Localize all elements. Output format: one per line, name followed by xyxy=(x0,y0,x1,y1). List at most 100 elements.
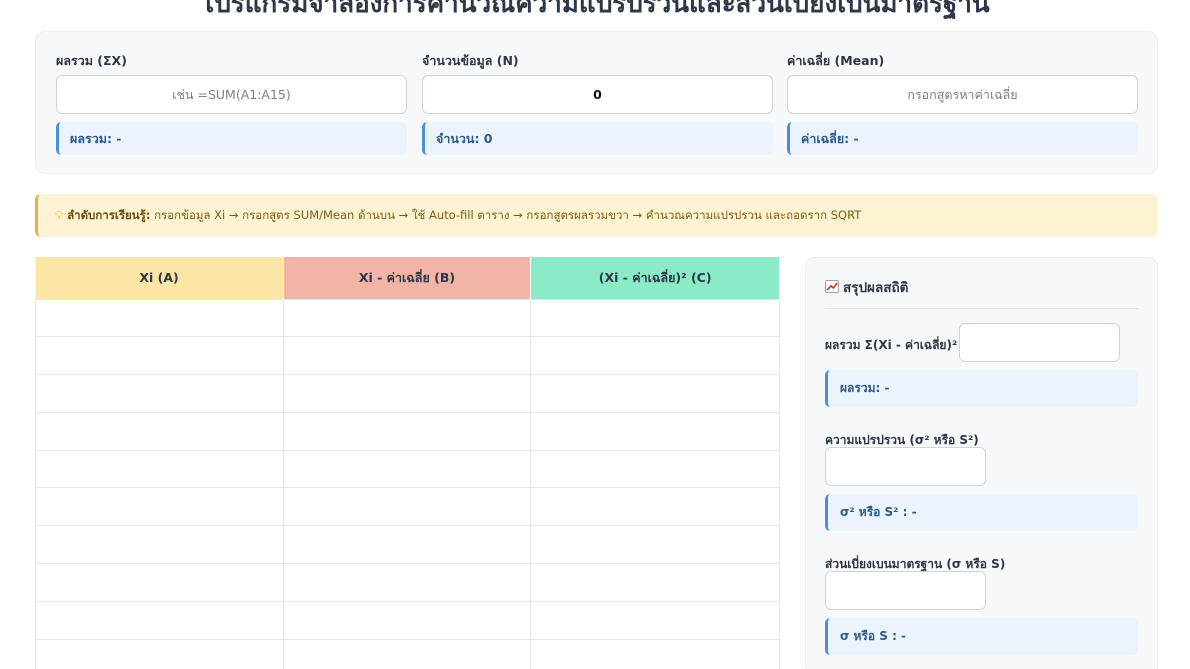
variance-result: σ² หรือ S² : - xyxy=(825,494,1138,531)
deviation-cell xyxy=(282,600,532,640)
stats-title: สรุปผลสถิติ xyxy=(825,277,1139,309)
deviation-cell-input[interactable] xyxy=(283,375,531,412)
xi-cell-input[interactable] xyxy=(36,337,283,375)
squared-deviation-cell xyxy=(530,411,780,451)
squared-deviation-cell xyxy=(530,298,780,338)
stats-summary-panel: สรุปผลสถิติ ผลรวม Σ(Xi - ค่าเฉลี่ย)² ผลร… xyxy=(805,257,1158,669)
sum-squares-input[interactable] xyxy=(959,323,1120,362)
table-row xyxy=(35,449,780,489)
mean-result: ค่าเฉลี่ย: - xyxy=(787,122,1138,155)
table-row xyxy=(35,374,780,413)
xi-cell xyxy=(35,374,284,413)
xi-cell-input[interactable] xyxy=(36,564,283,601)
squared-deviation-cell-input[interactable] xyxy=(531,564,779,601)
table-header-row: Xi (A) Xi - ค่าเฉลี่ย (B) (Xi - ค่าเฉลี่… xyxy=(35,257,780,299)
deviation-cell-input[interactable] xyxy=(283,639,531,669)
stats-title-text: สรุปผลสถิติ xyxy=(843,280,909,296)
deviation-cell-input[interactable] xyxy=(283,412,531,450)
squared-deviation-cell-input[interactable] xyxy=(531,450,779,488)
lightbulb-icon: 💡︎ xyxy=(55,208,64,222)
xi-cell-input[interactable] xyxy=(36,450,283,488)
table-row xyxy=(35,638,780,669)
variance-input[interactable] xyxy=(825,447,986,486)
table-row xyxy=(35,336,780,376)
squared-deviation-cell xyxy=(530,487,780,527)
learning-order-hint: 💡︎ ลำดับการเรียนรู้: กรอกข้อมูล Xi → กรอก… xyxy=(35,194,1158,237)
xi-cell xyxy=(35,449,284,489)
table-row xyxy=(35,563,780,602)
xi-cell-input[interactable] xyxy=(36,375,283,412)
mean-field-group: ค่าเฉลี่ย (Mean) ค่าเฉลี่ย: - xyxy=(787,52,1138,155)
deviation-cell-input[interactable] xyxy=(283,488,531,526)
xi-cell xyxy=(35,487,284,527)
table-body xyxy=(35,298,780,669)
header-xi: Xi (A) xyxy=(35,257,284,299)
deviation-cell-input[interactable] xyxy=(283,601,531,639)
chart-increasing-icon xyxy=(825,280,839,293)
deviation-cell-input[interactable] xyxy=(283,450,531,488)
deviation-cell xyxy=(282,298,532,338)
squared-deviation-cell-input[interactable] xyxy=(531,299,779,337)
data-table: Xi (A) Xi - ค่าเฉลี่ย (B) (Xi - ค่าเฉลี่… xyxy=(35,257,780,669)
squared-deviation-cell xyxy=(530,449,780,489)
deviation-cell xyxy=(282,487,532,527)
squared-deviation-cell xyxy=(530,374,780,413)
stddev-result: σ หรือ S : - xyxy=(825,618,1138,655)
squared-deviation-cell-input[interactable] xyxy=(531,601,779,639)
xi-cell-input[interactable] xyxy=(36,412,283,450)
sum-field-group: ผลรวม (ΣX) ผลรวม: - xyxy=(56,52,407,155)
xi-cell-input[interactable] xyxy=(36,488,283,526)
table-row xyxy=(35,487,780,527)
deviation-cell-input[interactable] xyxy=(283,337,531,375)
header-deviation: Xi - ค่าเฉลี่ย (B) xyxy=(283,257,532,299)
sum-input[interactable] xyxy=(56,75,407,114)
xi-cell xyxy=(35,298,284,338)
table-row xyxy=(35,411,780,451)
count-input[interactable] xyxy=(422,75,773,114)
mean-input[interactable] xyxy=(787,75,1138,114)
hint-text: กรอกข้อมูล Xi → กรอกสูตร SUM/Mean ด้านบน… xyxy=(150,208,862,222)
xi-cell xyxy=(35,336,284,376)
table-row xyxy=(35,525,780,565)
deviation-cell-input[interactable] xyxy=(283,564,531,601)
xi-cell xyxy=(35,563,284,602)
squared-deviation-cell xyxy=(530,638,780,669)
deviation-cell-input[interactable] xyxy=(283,299,531,337)
count-result: จำนวน: 0 xyxy=(422,122,773,155)
deviation-cell xyxy=(282,525,532,565)
squared-deviation-cell xyxy=(530,336,780,376)
xi-cell xyxy=(35,525,284,565)
xi-cell xyxy=(35,600,284,640)
count-field-group: จำนวนข้อมูล (N) จำนวน: 0 xyxy=(422,52,773,155)
xi-cell xyxy=(35,411,284,451)
deviation-cell xyxy=(282,336,532,376)
page-title: โปรแกรมจำลองการคำนวณความแปรปรวนและส่วนเบ… xyxy=(200,0,990,19)
xi-cell-input[interactable] xyxy=(36,526,283,564)
xi-cell xyxy=(35,638,284,669)
deviation-cell-input[interactable] xyxy=(283,526,531,564)
count-label: จำนวนข้อมูล (N) xyxy=(422,53,519,68)
xi-cell-input[interactable] xyxy=(36,299,283,337)
squared-deviation-cell xyxy=(530,525,780,565)
sum-result: ผลรวม: - xyxy=(56,122,407,155)
header-squared-deviation: (Xi - ค่าเฉลี่ย)² (C) xyxy=(530,257,780,299)
deviation-cell xyxy=(282,638,532,669)
squared-deviation-cell xyxy=(530,600,780,640)
squared-deviation-cell-input[interactable] xyxy=(531,488,779,526)
sum-squares-result: ผลรวม: - xyxy=(825,370,1138,407)
squared-deviation-cell-input[interactable] xyxy=(531,639,779,669)
deviation-cell xyxy=(282,563,532,602)
squared-deviation-cell-input[interactable] xyxy=(531,526,779,564)
squared-deviation-cell-input[interactable] xyxy=(531,337,779,375)
deviation-cell xyxy=(282,374,532,413)
squared-deviation-cell-input[interactable] xyxy=(531,375,779,412)
hint-bold-label: ลำดับการเรียนรู้: xyxy=(67,208,151,222)
deviation-cell xyxy=(282,411,532,451)
xi-cell-input[interactable] xyxy=(36,601,283,639)
sum-label: ผลรวม (ΣX) xyxy=(56,53,127,68)
table-row xyxy=(35,298,780,338)
stddev-input[interactable] xyxy=(825,571,986,610)
xi-cell-input[interactable] xyxy=(36,639,283,669)
squared-deviation-cell-input[interactable] xyxy=(531,412,779,450)
deviation-cell xyxy=(282,449,532,489)
